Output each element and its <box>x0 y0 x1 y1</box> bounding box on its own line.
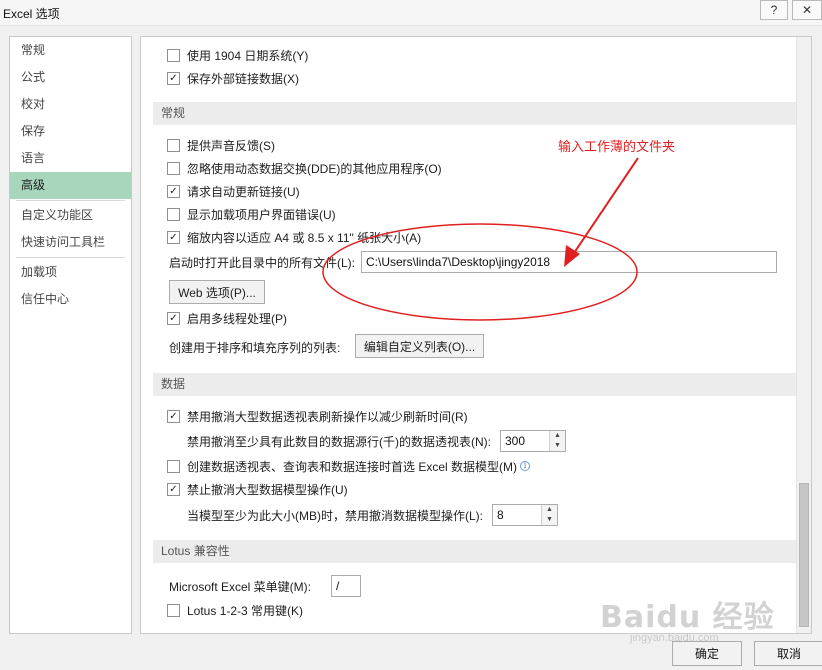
baidu-watermark: Baidu 经验 jingyan.baidu.com <box>600 592 775 644</box>
watermark-logo: Baidu 经验 <box>600 600 775 635</box>
annotation-ellipse <box>322 223 638 321</box>
ok-button[interactable]: 确定 <box>672 641 742 666</box>
annotation-text: 输入工作薄的文件夹 <box>558 139 676 154</box>
annotation-arrow-line <box>571 157 639 257</box>
cancel-button[interactable]: 取消 <box>754 641 822 666</box>
annotation-overlay <box>322 157 639 321</box>
watermark-url: jingyan.baidu.com <box>630 632 719 644</box>
